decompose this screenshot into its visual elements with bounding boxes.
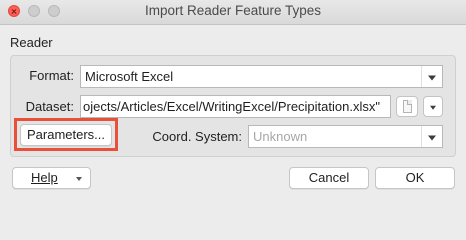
ok-button[interactable]: OK — [375, 167, 455, 189]
coord-system-value: Unknown — [253, 129, 308, 144]
format-value: Microsoft Excel — [85, 69, 174, 84]
chevron-down-icon — [76, 177, 82, 181]
reader-group-label: Reader — [10, 35, 53, 50]
chevron-down-icon — [428, 135, 436, 140]
chevron-down-icon — [430, 105, 436, 110]
browse-file-button[interactable] — [396, 96, 418, 117]
file-icon — [403, 100, 412, 113]
coord-system-dropdown-toggle[interactable] — [421, 126, 442, 147]
chevron-down-icon — [428, 75, 436, 80]
format-label: Format: — [29, 68, 74, 83]
import-reader-dialog: Import Reader Feature Types Reader Forma… — [0, 0, 466, 201]
coord-system-select[interactable]: Unknown — [248, 125, 443, 148]
coord-system-label: Coord. System: — [152, 129, 242, 144]
dataset-label: Dataset: — [25, 99, 74, 114]
title-bar: Import Reader Feature Types — [0, 0, 466, 25]
dataset-input[interactable]: ojects/Articles/Excel/WritingExcel/Preci… — [80, 95, 391, 118]
window-title: Import Reader Feature Types — [144, 3, 322, 18]
help-button[interactable]: Help — [12, 167, 91, 189]
format-dropdown-toggle[interactable] — [421, 66, 442, 87]
dataset-value: ojects/Articles/Excel/WritingExcel/Preci… — [83, 99, 380, 114]
cancel-button[interactable]: Cancel — [289, 167, 369, 189]
format-select[interactable]: Microsoft Excel — [80, 65, 443, 88]
parameters-highlight — [14, 118, 118, 151]
help-label: Help — [31, 170, 58, 185]
dataset-dropdown-button[interactable] — [423, 96, 443, 117]
